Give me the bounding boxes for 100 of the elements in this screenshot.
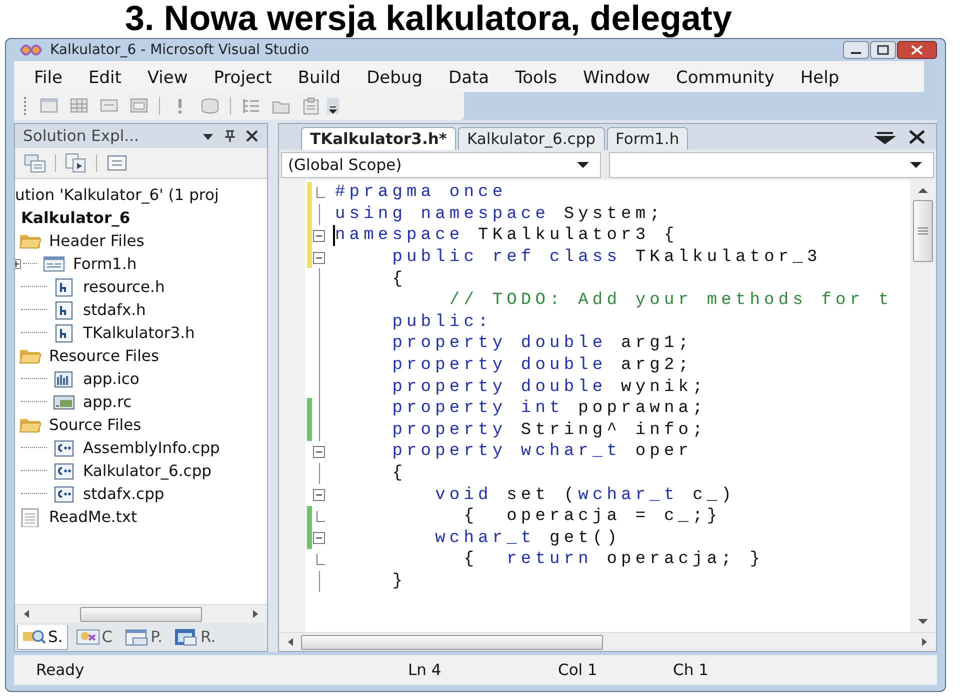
tab-label: R. (200, 628, 216, 646)
file-icon (53, 322, 75, 342)
window-title: Kalkulator_6 - Microsoft Visual Studio (50, 42, 310, 58)
text-file-icon (19, 506, 41, 526)
tree-item[interactable]: ReadMe.txt (47, 508, 140, 526)
tree-item[interactable]: app.ico (81, 370, 142, 388)
code-line: property double arg1; (391, 333, 693, 354)
close-icon[interactable] (245, 129, 259, 143)
collapse-icon[interactable] (313, 446, 325, 458)
tree-item[interactable]: AssemblyInfo.cpp (81, 438, 222, 456)
tree-item[interactable]: Source Files (47, 416, 144, 434)
grip-icon (918, 227, 928, 235)
horizontal-scrollbar[interactable] (279, 632, 936, 651)
code-line: #pragma once (335, 182, 507, 204)
document-tab[interactable]: Form1.h (606, 127, 688, 150)
menu-item[interactable]: Edit (88, 65, 122, 92)
panel-tab[interactable]: C (72, 625, 117, 649)
tree-item[interactable]: Header Files (47, 232, 146, 250)
overflow-icon[interactable] (327, 98, 339, 114)
menu-item[interactable]: Project (214, 65, 272, 92)
collapse-icon[interactable] (313, 532, 325, 544)
tree-item[interactable]: Kalkulator_6 (19, 208, 132, 226)
menu-item[interactable]: Help (800, 65, 840, 92)
panel-tab[interactable]: P. (120, 625, 166, 649)
dropdown-arrow-icon (909, 160, 923, 170)
database-icon[interactable] (200, 96, 220, 116)
vertical-scrollbar[interactable] (910, 180, 936, 632)
tree-item[interactable]: stdafx.h (81, 300, 148, 318)
menu-item[interactable]: Debug (366, 65, 422, 92)
properties-icon[interactable] (23, 152, 47, 174)
scrollbar-thumb[interactable] (80, 606, 202, 622)
status-text: Ready (35, 661, 86, 679)
code-line: { (391, 463, 407, 484)
code-line: using namespace System; (335, 204, 664, 225)
code-line: { return operacja; } (462, 549, 764, 570)
tab-label: S. (48, 628, 63, 646)
tree-item[interactable]: resource.h (81, 278, 167, 296)
code-line: namespace TKalkulator3 { (333, 225, 678, 246)
column-number: Col 1 (558, 661, 598, 679)
code-line: } (391, 570, 407, 592)
tree-item[interactable]: Resource Files (47, 346, 162, 364)
scroll-down-icon (917, 618, 929, 626)
menu-item[interactable]: Data (448, 65, 490, 92)
panel-title: Solution Expl... (23, 127, 139, 145)
image-file-icon (53, 368, 75, 388)
dropdown-icon[interactable] (874, 129, 896, 145)
tree-item[interactable]: Form1.h (71, 254, 139, 272)
code-line: public: (391, 312, 492, 333)
menu-item[interactable]: Build (298, 65, 341, 92)
form-icon (43, 254, 65, 274)
tree-item[interactable]: Kalkulator_6.cpp (81, 462, 214, 480)
panel-tab[interactable]: S. (17, 624, 68, 650)
pin-icon[interactable] (223, 129, 237, 143)
resource-view-icon (174, 627, 198, 647)
scroll-left-icon (287, 637, 295, 647)
document-tab[interactable]: Kalkulator_6.cpp (458, 127, 604, 150)
menu-item[interactable]: Window (582, 65, 650, 92)
collapse-icon[interactable] (313, 489, 325, 502)
copy-icon[interactable] (64, 152, 88, 174)
code-line: property int poprawna; (391, 398, 707, 420)
code-line: property double wynik; (391, 376, 707, 398)
code-line: { operacja = c_;} (462, 506, 722, 528)
scrollbar-thumb[interactable] (301, 634, 603, 650)
minimize-icon[interactable] (843, 41, 869, 59)
code-line: property double arg2; (391, 355, 693, 376)
panel-tab[interactable]: R. (170, 625, 220, 649)
tab-label: C (102, 628, 113, 646)
collapse-icon[interactable] (313, 230, 325, 242)
horizontal-scrollbar[interactable] (15, 604, 267, 623)
code-line: // TODO: Add your methods for t (448, 290, 893, 312)
code-line: property String^ info; (391, 420, 707, 441)
file-icon (53, 438, 75, 458)
infinity-logo-icon (18, 43, 44, 57)
code-line: void set (wchar_t c_) (434, 484, 736, 506)
menu-item[interactable]: Tools (515, 65, 557, 92)
scroll-right-icon (920, 637, 928, 647)
maximize-icon[interactable] (870, 41, 896, 59)
document-tab[interactable]: TKalkulator3.h* (301, 127, 456, 150)
scroll-up-icon (917, 186, 929, 194)
tree-item[interactable]: app.rc (81, 392, 134, 410)
scroll-left-icon (23, 609, 31, 619)
menu-item[interactable]: File (34, 65, 62, 92)
tree-item[interactable]: TKalkulator3.h (81, 324, 197, 342)
tree-item[interactable]: ution 'Kalkulator_6' (1 proj (15, 186, 221, 204)
tree-item[interactable]: stdafx.cpp (81, 484, 166, 502)
menu-item[interactable]: View (147, 65, 188, 92)
clipboard-icon[interactable] (301, 96, 321, 116)
scrollbar-thumb[interactable] (913, 200, 933, 262)
class-view-icon (76, 627, 100, 647)
file-icon (53, 300, 75, 320)
menu-item[interactable]: Community (676, 65, 774, 92)
dropdown-arrow-icon (576, 160, 590, 170)
close-icon[interactable] (897, 41, 937, 59)
collapse-icon[interactable] (313, 252, 325, 264)
scope-dropdown[interactable]: (Global Scope) (281, 152, 601, 178)
code-line: wchar_t get() (434, 528, 622, 549)
tab-label: P. (150, 628, 162, 646)
list-icon[interactable] (241, 96, 261, 116)
code-line: public ref class TKalkulator_3 (391, 247, 822, 268)
slide-title: 3. Nowa wersja kalkulatora, delegaty (124, 0, 733, 38)
